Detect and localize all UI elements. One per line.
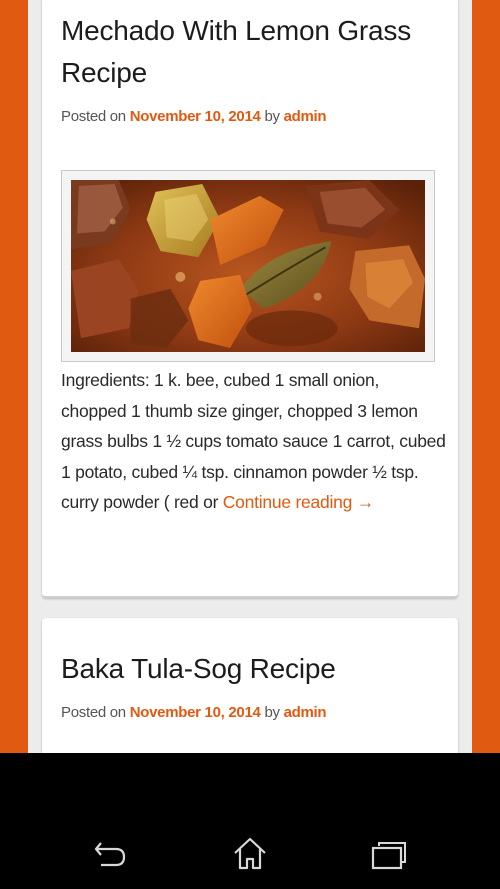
post-card: Baka Tula-Sog Recipe Posted on November … (42, 618, 458, 753)
continue-reading-link[interactable]: Continue reading → (223, 492, 374, 512)
post-title[interactable]: Mechado With Lemon Grass Recipe (61, 10, 438, 94)
by-label: by (264, 108, 280, 125)
post-title[interactable]: Baka Tula-Sog Recipe (61, 648, 438, 690)
author-link[interactable]: admin (284, 704, 327, 721)
back-icon (94, 842, 126, 867)
by-label: by (264, 704, 280, 721)
post-excerpt: Ingredients: 1 k. bee, cubed 1 small oni… (61, 365, 446, 518)
post-card: Mechado With Lemon Grass Recipe Posted o… (42, 0, 458, 598)
recent-apps-icon (371, 842, 406, 870)
post-image[interactable] (61, 170, 435, 362)
home-button[interactable] (230, 834, 270, 874)
post-date-link[interactable]: November 10, 2014 (130, 108, 261, 125)
excerpt-text: Ingredients: 1 k. bee, cubed 1 small oni… (61, 370, 446, 512)
author-link[interactable]: admin (284, 108, 327, 125)
posted-on-label: Posted on (61, 704, 126, 721)
post-meta: Posted on November 10, 2014 by admin (61, 704, 327, 721)
phone-screen: Mechado With Lemon Grass Recipe Posted o… (0, 0, 500, 889)
post-meta: Posted on November 10, 2014 by admin (61, 108, 327, 125)
food-photo-icon (71, 180, 425, 352)
back-button[interactable] (91, 834, 131, 874)
recent-apps-button[interactable] (369, 834, 409, 874)
post-date-link[interactable]: November 10, 2014 (130, 704, 261, 721)
posts-column: Mechado With Lemon Grass Recipe Posted o… (28, 0, 472, 753)
posted-on-label: Posted on (61, 108, 126, 125)
blog-content: Mechado With Lemon Grass Recipe Posted o… (0, 0, 500, 753)
home-icon (234, 837, 266, 870)
